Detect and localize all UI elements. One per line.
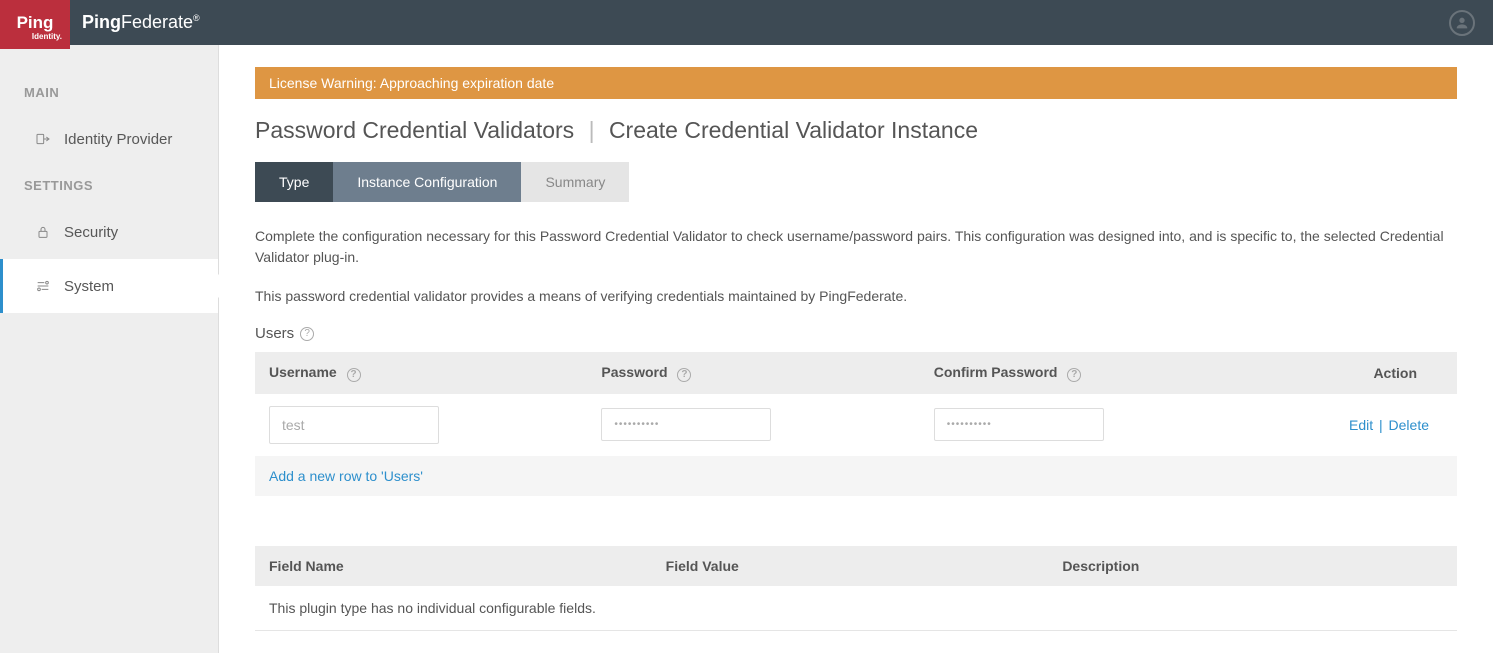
sidebar-item-system[interactable]: System [0, 259, 218, 313]
col-description: Description [1048, 546, 1457, 586]
logo-text-main: Ping [17, 14, 54, 31]
table-row: Edit | Delete [255, 394, 1457, 456]
help-icon[interactable]: ? [300, 327, 314, 341]
top-bar: Ping Identity. PingFederate® [0, 0, 1493, 45]
breadcrumb-parent[interactable]: Password Credential Validators [255, 117, 574, 143]
sidebar-item-identity-provider[interactable]: Identity Provider [0, 112, 218, 166]
empty-fields-message: This plugin type has no individual confi… [255, 586, 1457, 631]
sidebar-item-label: System [64, 278, 114, 295]
password-input[interactable] [601, 408, 771, 441]
help-icon[interactable]: ? [347, 368, 361, 382]
help-icon[interactable]: ? [677, 368, 691, 382]
license-warning-banner: License Warning: Approaching expiration … [255, 67, 1457, 99]
sidebar: MAIN Identity Provider SETTINGS Security… [0, 45, 219, 653]
breadcrumb-separator: | [589, 117, 595, 143]
confirm-password-input[interactable] [934, 408, 1104, 441]
breadcrumb-current: Create Credential Validator Instance [609, 117, 978, 143]
add-new-row-link[interactable]: Add a new row to 'Users' [269, 468, 423, 484]
tab-summary[interactable]: Summary [521, 162, 629, 202]
action-separator: | [1379, 417, 1383, 433]
col-confirm-password: Confirm Password ? [920, 352, 1252, 394]
product-name: PingFederate® [82, 12, 200, 33]
sidebar-item-security[interactable]: Security [0, 205, 218, 259]
lock-icon [34, 223, 52, 241]
help-icon[interactable]: ? [1067, 368, 1081, 382]
col-field-name: Field Name [255, 546, 652, 586]
col-field-value: Field Value [652, 546, 1049, 586]
main-content: License Warning: Approaching expiration … [219, 45, 1493, 653]
description-secondary: This password credential validator provi… [255, 286, 1457, 307]
add-row: Add a new row to 'Users' [255, 456, 1457, 496]
identity-provider-icon [34, 130, 52, 148]
users-table: Username ? Password ? Confirm Password ?… [255, 352, 1457, 496]
sidebar-section-main: MAIN [0, 73, 218, 112]
sidebar-item-label: Identity Provider [64, 131, 172, 148]
edit-link[interactable]: Edit [1349, 417, 1373, 433]
sidebar-section-settings: SETTINGS [0, 166, 218, 205]
logo-text-sub: Identity. [32, 33, 62, 41]
col-password: Password ? [587, 352, 919, 394]
tabs: Type Instance Configuration Summary [255, 162, 1457, 202]
tab-instance-configuration[interactable]: Instance Configuration [333, 162, 521, 202]
user-avatar-icon[interactable] [1449, 10, 1475, 36]
page-title: Password Credential Validators | Create … [255, 117, 1457, 144]
fields-table: Field Name Field Value Description This … [255, 546, 1457, 631]
col-action: Action [1252, 352, 1457, 394]
tab-type[interactable]: Type [255, 162, 333, 202]
users-section-label: Users ? [255, 325, 1457, 342]
system-icon [34, 277, 52, 295]
username-input[interactable] [269, 406, 439, 444]
col-username: Username ? [255, 352, 587, 394]
users-label-text: Users [255, 325, 294, 342]
sidebar-item-label: Security [64, 224, 118, 241]
delete-link[interactable]: Delete [1389, 417, 1429, 433]
description-primary: Complete the configuration necessary for… [255, 226, 1457, 268]
ping-logo[interactable]: Ping Identity. [0, 0, 70, 49]
